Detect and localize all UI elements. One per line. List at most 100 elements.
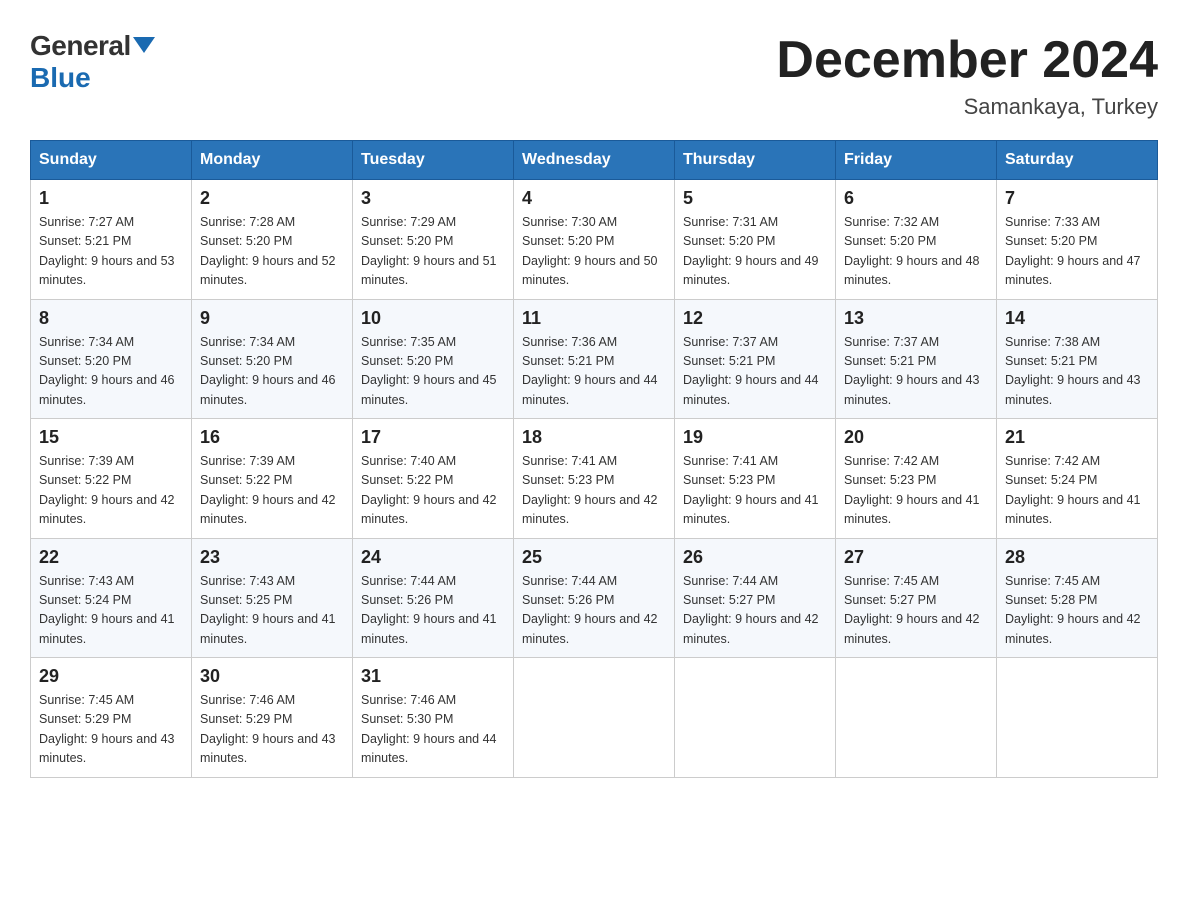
day-info: Sunrise: 7:39 AMSunset: 5:22 PMDaylight:…: [39, 452, 183, 530]
day-number: 25: [522, 547, 666, 568]
day-cell-5: 5Sunrise: 7:31 AMSunset: 5:20 PMDaylight…: [675, 180, 836, 300]
empty-cell: [997, 658, 1158, 778]
col-header-tuesday: Tuesday: [353, 141, 514, 180]
day-cell-9: 9 Sunrise: 7:34 AMSunset: 5:20 PMDaylight…: [192, 299, 353, 419]
day-cell-29: 29 Sunrise: 7:45 AMSunset: 5:29 PMDayligh…: [31, 658, 192, 778]
day-cell-1: 1 Sunrise: 7:27 AMSunset: 5:21 PMDaylight…: [31, 180, 192, 300]
day-number: 17: [361, 427, 505, 448]
day-info: Sunrise: 7:44 AMSunset: 5:27 PMDaylight:…: [683, 572, 827, 650]
day-number: 22: [39, 547, 183, 568]
calendar-header-row: SundayMondayTuesdayWednesdayThursdayFrid…: [31, 141, 1158, 180]
day-number: 16: [200, 427, 344, 448]
day-number: 12: [683, 308, 827, 329]
empty-cell: [514, 658, 675, 778]
day-number: 23: [200, 547, 344, 568]
week-row-5: 29 Sunrise: 7:45 AMSunset: 5:29 PMDayligh…: [31, 658, 1158, 778]
day-cell-4: 4 Sunrise: 7:30 AMSunset: 5:20 PMDaylight…: [514, 180, 675, 300]
day-number: 20: [844, 427, 988, 448]
logo-triangle-icon: [133, 37, 155, 53]
day-cell-15: 15 Sunrise: 7:39 AMSunset: 5:22 PMDayligh…: [31, 419, 192, 539]
empty-cell: [836, 658, 997, 778]
day-number: 28: [1005, 547, 1149, 568]
day-cell-25: 25 Sunrise: 7:44 AMSunset: 5:26 PMDayligh…: [514, 538, 675, 658]
day-number: 7: [1005, 188, 1149, 209]
day-cell-22: 22 Sunrise: 7:43 AMSunset: 5:24 PMDayligh…: [31, 538, 192, 658]
day-number: 26: [683, 547, 827, 568]
day-cell-18: 18 Sunrise: 7:41 AMSunset: 5:23 PMDayligh…: [514, 419, 675, 539]
day-number: 31: [361, 666, 505, 687]
day-info: Sunrise: 7:44 AMSunset: 5:26 PMDaylight:…: [361, 572, 505, 650]
logo-general-text: General: [30, 30, 131, 62]
day-number: 24: [361, 547, 505, 568]
day-cell-20: 20 Sunrise: 7:42 AMSunset: 5:23 PMDayligh…: [836, 419, 997, 539]
day-cell-11: 11 Sunrise: 7:36 AMSunset: 5:21 PMDayligh…: [514, 299, 675, 419]
day-cell-26: 26 Sunrise: 7:44 AMSunset: 5:27 PMDayligh…: [675, 538, 836, 658]
day-info: Sunrise: 7:43 AMSunset: 5:25 PMDaylight:…: [200, 572, 344, 650]
day-cell-13: 13Sunrise: 7:37 AMSunset: 5:21 PMDayligh…: [836, 299, 997, 419]
day-cell-2: 2Sunrise: 7:28 AMSunset: 5:20 PMDaylight…: [192, 180, 353, 300]
day-cell-30: 30 Sunrise: 7:46 AMSunset: 5:29 PMDayligh…: [192, 658, 353, 778]
day-number: 15: [39, 427, 183, 448]
day-info: Sunrise: 7:27 AMSunset: 5:21 PMDaylight:…: [39, 213, 183, 291]
day-info: Sunrise: 7:46 AMSunset: 5:30 PMDaylight:…: [361, 691, 505, 769]
col-header-saturday: Saturday: [997, 141, 1158, 180]
day-info: Sunrise: 7:35 AMSunset: 5:20 PMDaylight:…: [361, 333, 505, 411]
day-info: Sunrise: 7:29 AMSunset: 5:20 PMDaylight:…: [361, 213, 505, 291]
day-cell-23: 23 Sunrise: 7:43 AMSunset: 5:25 PMDayligh…: [192, 538, 353, 658]
calendar-table: SundayMondayTuesdayWednesdayThursdayFrid…: [30, 140, 1158, 778]
day-info: Sunrise: 7:42 AMSunset: 5:23 PMDaylight:…: [844, 452, 988, 530]
col-header-wednesday: Wednesday: [514, 141, 675, 180]
day-info: Sunrise: 7:45 AMSunset: 5:29 PMDaylight:…: [39, 691, 183, 769]
day-cell-7: 7Sunrise: 7:33 AMSunset: 5:20 PMDaylight…: [997, 180, 1158, 300]
day-info: Sunrise: 7:36 AMSunset: 5:21 PMDaylight:…: [522, 333, 666, 411]
logo: General Blue: [30, 30, 155, 94]
day-info: Sunrise: 7:41 AMSunset: 5:23 PMDaylight:…: [522, 452, 666, 530]
day-number: 4: [522, 188, 666, 209]
week-row-1: 1 Sunrise: 7:27 AMSunset: 5:21 PMDaylight…: [31, 180, 1158, 300]
day-number: 8: [39, 308, 183, 329]
day-info: Sunrise: 7:43 AMSunset: 5:24 PMDaylight:…: [39, 572, 183, 650]
day-info: Sunrise: 7:37 AMSunset: 5:21 PMDaylight:…: [844, 333, 988, 411]
day-number: 18: [522, 427, 666, 448]
page-header: General Blue December 2024 Samankaya, Tu…: [30, 30, 1158, 120]
day-info: Sunrise: 7:46 AMSunset: 5:29 PMDaylight:…: [200, 691, 344, 769]
day-cell-8: 8Sunrise: 7:34 AMSunset: 5:20 PMDaylight…: [31, 299, 192, 419]
day-info: Sunrise: 7:34 AMSunset: 5:20 PMDaylight:…: [200, 333, 344, 411]
week-row-2: 8 Sunrise: 7:34 AMSunset: 5:20 PMDaylight…: [31, 299, 1158, 419]
col-header-friday: Friday: [836, 141, 997, 180]
day-number: 29: [39, 666, 183, 687]
day-info: Sunrise: 7:41 AMSunset: 5:23 PMDaylight:…: [683, 452, 827, 530]
day-cell-21: 21Sunrise: 7:42 AMSunset: 5:24 PMDayligh…: [997, 419, 1158, 539]
day-info: Sunrise: 7:44 AMSunset: 5:26 PMDaylight:…: [522, 572, 666, 650]
week-row-4: 22 Sunrise: 7:43 AMSunset: 5:24 PMDayligh…: [31, 538, 1158, 658]
day-cell-10: 10 Sunrise: 7:35 AMSunset: 5:20 PMDayligh…: [353, 299, 514, 419]
day-cell-6: 6 Sunrise: 7:32 AMSunset: 5:20 PMDaylight…: [836, 180, 997, 300]
day-number: 21: [1005, 427, 1149, 448]
day-cell-12: 12 Sunrise: 7:37 AMSunset: 5:21 PMDayligh…: [675, 299, 836, 419]
week-row-3: 15 Sunrise: 7:39 AMSunset: 5:22 PMDayligh…: [31, 419, 1158, 539]
day-cell-17: 17Sunrise: 7:40 AMSunset: 5:22 PMDayligh…: [353, 419, 514, 539]
day-cell-19: 19Sunrise: 7:41 AMSunset: 5:23 PMDayligh…: [675, 419, 836, 539]
day-cell-31: 31 Sunrise: 7:46 AMSunset: 5:30 PMDayligh…: [353, 658, 514, 778]
day-cell-16: 16Sunrise: 7:39 AMSunset: 5:22 PMDayligh…: [192, 419, 353, 539]
day-info: Sunrise: 7:32 AMSunset: 5:20 PMDaylight:…: [844, 213, 988, 291]
day-info: Sunrise: 7:45 AMSunset: 5:27 PMDaylight:…: [844, 572, 988, 650]
day-cell-3: 3 Sunrise: 7:29 AMSunset: 5:20 PMDaylight…: [353, 180, 514, 300]
day-info: Sunrise: 7:37 AMSunset: 5:21 PMDaylight:…: [683, 333, 827, 411]
day-number: 30: [200, 666, 344, 687]
empty-cell: [675, 658, 836, 778]
col-header-sunday: Sunday: [31, 141, 192, 180]
day-info: Sunrise: 7:45 AMSunset: 5:28 PMDaylight:…: [1005, 572, 1149, 650]
day-cell-27: 27Sunrise: 7:45 AMSunset: 5:27 PMDayligh…: [836, 538, 997, 658]
day-number: 1: [39, 188, 183, 209]
day-info: Sunrise: 7:38 AMSunset: 5:21 PMDaylight:…: [1005, 333, 1149, 411]
day-number: 3: [361, 188, 505, 209]
day-number: 11: [522, 308, 666, 329]
day-number: 6: [844, 188, 988, 209]
day-number: 9: [200, 308, 344, 329]
title-area: December 2024 Samankaya, Turkey: [776, 30, 1158, 120]
day-number: 10: [361, 308, 505, 329]
day-info: Sunrise: 7:28 AMSunset: 5:20 PMDaylight:…: [200, 213, 344, 291]
day-info: Sunrise: 7:30 AMSunset: 5:20 PMDaylight:…: [522, 213, 666, 291]
day-number: 14: [1005, 308, 1149, 329]
